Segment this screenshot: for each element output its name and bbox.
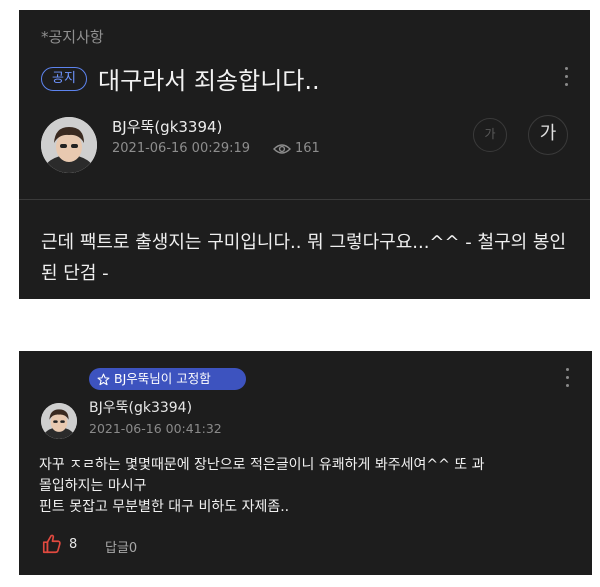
pinned-badge-label: BJ우뚝님이 고정함 [114, 371, 211, 386]
eye-icon [273, 143, 291, 154]
comment-more-icon[interactable] [564, 368, 570, 390]
post-date: 2021-06-16 00:29:19 [112, 141, 251, 156]
author-name[interactable]: BJ우뚝(gk3394) [112, 116, 222, 137]
post-category[interactable]: *공지사항 [41, 26, 104, 47]
reply-button[interactable]: 답글0 [105, 537, 137, 556]
comment-line: 자꾸 ㅈㄹ하는 몇몇때문에 장난으로 적은글이니 유쾌하게 봐주세여^^ 또 과 [39, 457, 485, 473]
thumbs-up-icon[interactable] [41, 533, 63, 555]
view-count-value: 161 [295, 141, 320, 156]
font-size-increase-button[interactable]: 가 [528, 115, 568, 155]
view-count: 161 [273, 141, 320, 156]
like-count: 8 [69, 537, 78, 552]
post-more-icon[interactable] [563, 67, 569, 89]
comment-line: 핀트 못잡고 무분별한 대구 비하도 자제좀.. [39, 499, 290, 515]
comment-avatar[interactable] [41, 403, 77, 439]
post-panel: *공지사항 공지 대구라서 죄송합니다.. BJ우뚝(gk3394) 2021-… [19, 10, 590, 299]
font-size-decrease-button[interactable]: 가 [473, 118, 507, 152]
comment-date: 2021-06-16 00:41:32 [89, 421, 222, 436]
post-title: 대구라서 죄송합니다.. [98, 67, 320, 95]
comment-line: 몰입하지는 마시구 [39, 478, 147, 494]
comment-panel: BJ우뚝님이 고정함 BJ우뚝(gk3394) 2021-06-16 00:41… [19, 351, 592, 575]
divider [19, 199, 590, 200]
comment-author[interactable]: BJ우뚝(gk3394) [89, 397, 192, 417]
notice-badge: 공지 [41, 67, 87, 91]
pinned-badge: BJ우뚝님이 고정함 [89, 368, 246, 390]
avatar[interactable] [41, 117, 97, 173]
star-icon [97, 373, 110, 385]
comment-body: 자꾸 ㅈㄹ하는 몇몇때문에 장난으로 적은글이니 유쾌하게 봐주세여^^ 또 과… [39, 455, 584, 518]
post-body: 근데 팩트로 출생지는 구미입니다.. 뭐 그렇다구요...^^ - 철구의 봉… [41, 232, 567, 284]
